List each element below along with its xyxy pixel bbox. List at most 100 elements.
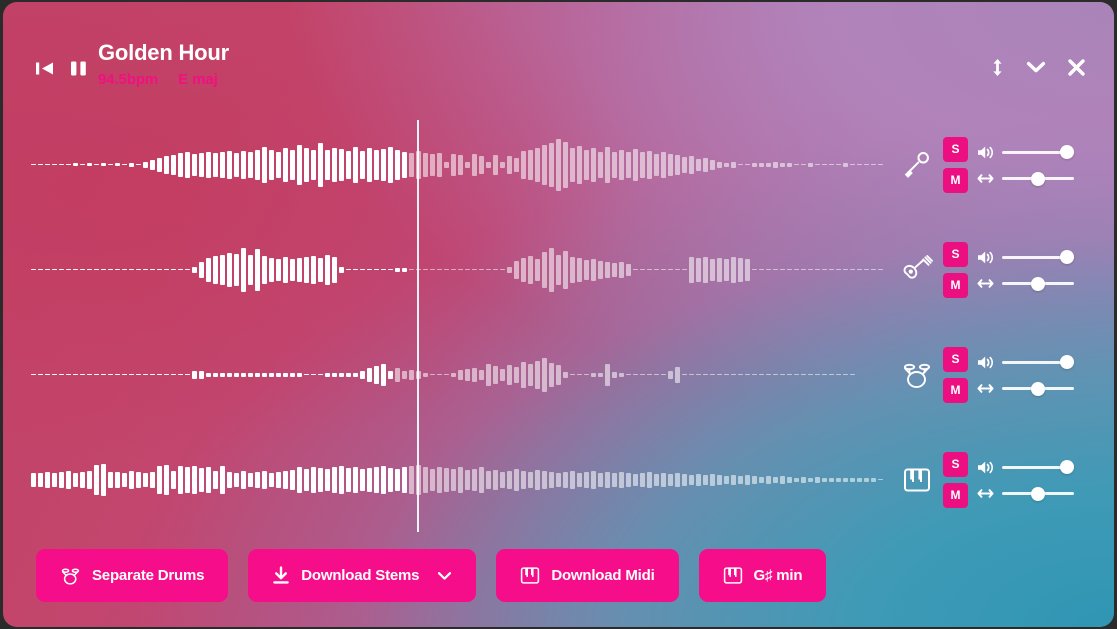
chevron-down-icon[interactable] [1026,61,1046,75]
waveform-bar [815,164,820,165]
mute-button[interactable]: M [943,272,968,298]
slider-thumb[interactable] [1060,250,1074,264]
skip-back-button[interactable] [36,59,57,78]
waveform-bar [514,260,519,279]
waveform-bar [171,269,176,270]
solo-button[interactable]: S [943,451,968,477]
slider-thumb[interactable] [1060,460,1074,474]
solo-button[interactable]: S [943,136,968,162]
waveform-bar [710,473,715,486]
pan-slider[interactable] [1002,381,1074,396]
waveform-bar [171,374,176,375]
waveform-bar [437,466,442,493]
solo-button[interactable]: S [943,346,968,372]
solo-button[interactable]: S [943,241,968,267]
waveform-vocals[interactable] [31,112,911,217]
waveform-bar [647,471,652,488]
waveform-keys[interactable] [31,427,911,532]
download-icon [272,566,290,585]
pan-slider[interactable] [1002,171,1074,186]
track-row: S M [3,217,1114,322]
waveform-bar [591,258,596,281]
slider-thumb[interactable] [1031,381,1045,396]
chevron-down-icon[interactable] [437,571,452,581]
separate-drums-button[interactable]: Separate Drums [36,549,229,602]
waveform-bar [87,470,92,489]
slider-thumb[interactable] [1060,355,1074,369]
waveform-bar [129,269,134,270]
volume-slider[interactable] [1002,460,1074,474]
waveform-bar [703,256,708,283]
waveform-bar [444,269,449,270]
volume-slider[interactable] [1002,355,1074,369]
waveform-bar [297,257,302,282]
microphone-icon[interactable] [900,150,934,180]
waveform-bar [619,471,624,488]
waveform-bar [437,269,442,270]
slider-thumb[interactable] [1031,486,1045,501]
pan-slider[interactable] [1002,486,1074,501]
track-row: S M [3,112,1114,217]
mute-button[interactable]: M [943,377,968,403]
waveform-bar [374,466,379,493]
waveform-bar [164,374,169,375]
waveform-bar [850,164,855,165]
mute-button[interactable]: M [943,482,968,508]
waveform-guitar[interactable] [31,217,911,322]
waveform-bar [654,473,659,486]
waveform-bar [745,474,750,485]
volume-slider[interactable] [1002,250,1074,264]
close-icon[interactable] [1067,58,1086,77]
waveform-bar [430,468,435,491]
waveform-bar [822,477,827,482]
waveform-bar [808,162,813,167]
waveform-bar [633,269,638,270]
volume-icon [977,250,994,265]
waveform-bar [570,147,575,182]
waveform-bar [367,269,372,270]
waveform-bar [521,257,526,282]
waveform-bar [122,374,127,375]
waveform-bar [241,372,246,377]
waveform-bar [360,269,365,270]
waveform-bar [633,374,638,375]
waveform-bar [248,472,253,487]
slider-thumb[interactable] [1031,276,1045,291]
key-signature-button[interactable]: G♯ min [698,549,827,602]
waveform-bar [493,469,498,490]
waveform-bar [836,269,841,270]
waveform-bar [458,269,463,270]
volume-slider[interactable] [1002,145,1074,159]
waveform-bar [780,475,785,484]
waveform-bar [143,161,148,168]
waveform-bar [619,261,624,278]
drums-icon[interactable] [900,360,934,390]
slider-thumb[interactable] [1060,145,1074,159]
slider-thumb[interactable] [1031,171,1045,186]
mute-button[interactable]: M [943,167,968,193]
pan-slider[interactable] [1002,276,1074,291]
waveform-bar [626,263,631,276]
download-midi-button[interactable]: Download Midi [496,549,679,602]
waveform-bar [507,266,512,273]
waveform-bar [374,365,379,384]
resize-icon[interactable] [990,58,1005,77]
waveform-bar [87,163,92,166]
waveform-bar [367,467,372,492]
pause-button[interactable] [70,59,87,78]
waveform-drums[interactable] [31,322,911,427]
guitar-icon[interactable] [900,254,934,285]
download-stems-button[interactable]: Download Stems [248,549,477,602]
pan-control [977,486,1074,501]
waveform-bar [787,476,792,483]
waveform-bar [878,164,883,165]
waveform-bar [668,473,673,486]
playhead[interactable] [417,120,419,532]
waveform-bar [472,269,477,270]
waveform-bar [213,470,218,489]
waveform-bar [479,369,484,380]
mixer-drums: S M [900,322,1100,427]
waveform-bar [773,374,778,375]
piano-icon[interactable] [900,465,934,495]
waveform-bar [759,162,764,167]
